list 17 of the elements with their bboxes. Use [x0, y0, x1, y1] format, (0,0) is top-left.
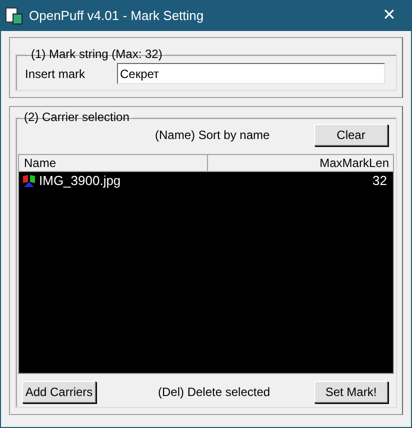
app-icon: [5, 7, 23, 25]
column-header[interactable]: MaxMarkLen: [208, 155, 393, 172]
max-mark-len-cell-text: 32: [372, 172, 387, 190]
field-label: Insert mark: [25, 66, 86, 82]
column-header[interactable]: Name: [19, 155, 208, 172]
delete-hint: (Del) Delete selected: [158, 384, 270, 401]
group-title: (2) Carrier selection: [23, 109, 130, 126]
close-button[interactable]: ✕: [367, 1, 411, 31]
set-mark-button[interactable]: Set Mark!: [314, 381, 388, 403]
window-title: OpenPuff v4.01 - Mark Setting: [29, 7, 204, 26]
sort-hint: (Name) Sort by name: [155, 127, 270, 144]
group-title: (1) Mark string (Max: 32): [30, 46, 164, 63]
file-name-cell[interactable]: IMG_3900.jpg: [39, 171, 121, 191]
add-carriers-button[interactable]: Add Carriers: [22, 381, 96, 403]
mark-input-field[interactable]: Секрет: [117, 63, 385, 84]
image-file-icon: [22, 174, 36, 188]
clear-button[interactable]: Clear: [314, 124, 388, 146]
